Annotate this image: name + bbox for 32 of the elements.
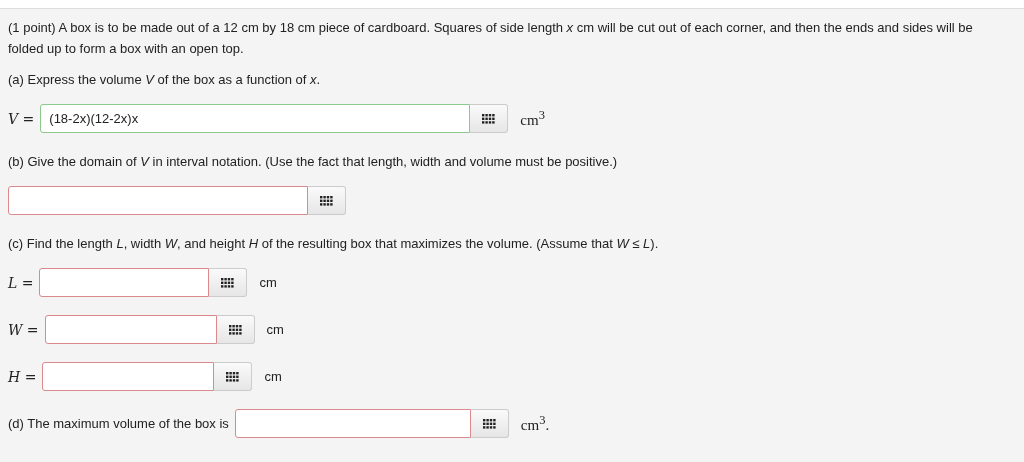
equation-editor-button[interactable] (308, 186, 346, 215)
keypad-icon (228, 324, 242, 335)
equation-editor-button[interactable] (214, 362, 253, 391)
problem-statement: (1 point) A box is to be made out of a 12 cm by 18 cm piece of cardboard. Squares of side length x cm will be cut out of each corner, and then the ends and sides will be folded up to form a box with an open top. (8, 19, 974, 58)
keypad-icon (482, 113, 496, 124)
variable-label: L = (8, 274, 34, 291)
question-text: (b) Give the domain of V in interval notation. (Use the fact that length, width and volume must be positive.) (8, 153, 619, 171)
variable-label: H = (8, 368, 37, 385)
keypad-icon (221, 277, 235, 288)
equation-editor-button[interactable] (209, 268, 248, 297)
answer-field[interactable] (44, 315, 217, 344)
answer-field[interactable] (234, 409, 471, 438)
variable-label: V = (8, 110, 35, 127)
answer-field[interactable] (42, 362, 215, 391)
variable-label: W = (8, 321, 39, 338)
equation-editor-button[interactable] (216, 315, 255, 344)
question-text: (d) The maximum volume of the box is (8, 416, 229, 431)
keypad-icon (226, 371, 240, 382)
unit-label: cm (264, 369, 282, 384)
keypad-icon (320, 195, 333, 206)
equation-editor-button[interactable] (470, 409, 509, 438)
unit-label: cm (259, 275, 277, 290)
unit-label: cm$^{3}$ (520, 108, 545, 129)
unit-label: cm$^{3}$. (520, 413, 550, 434)
question-text: (a) Express the volume V of the box as a function of x. (8, 71, 322, 89)
keypad-icon (482, 418, 496, 429)
answer-field[interactable]: (18-2x)(12-2x)x (40, 104, 471, 133)
unit-label: cm (266, 322, 284, 337)
answer-field[interactable] (39, 268, 210, 297)
answer-field[interactable] (8, 186, 308, 215)
equation-editor-button[interactable] (470, 104, 509, 133)
question-text: (c) Find the length L, width W, and height H of the resulting box that maximizes the volume. (Assume that W ≤ L). (8, 235, 660, 253)
